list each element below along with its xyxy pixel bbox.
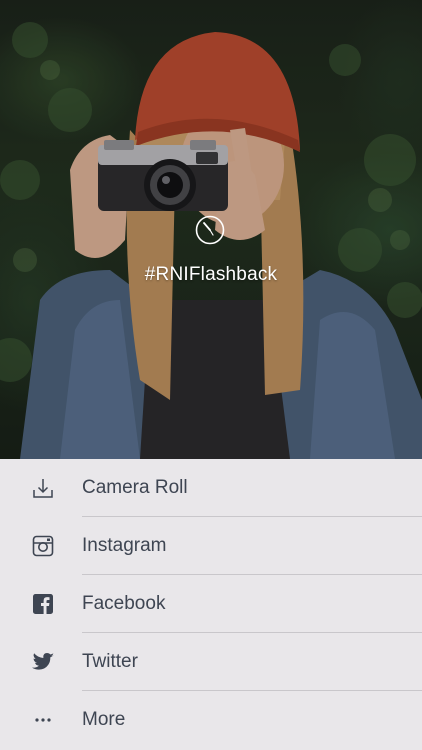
download-icon [31, 476, 55, 500]
share-item-label: Facebook [82, 593, 166, 614]
timer-icon[interactable] [195, 215, 225, 245]
hashtag-caption: #RNIFlashback [144, 264, 278, 285]
share-item-facebook[interactable]: Facebook [0, 575, 422, 633]
share-screen: #RNIFlashback Camera Roll Instagram Face… [0, 0, 422, 750]
facebook-icon [31, 592, 55, 616]
share-item-camera-roll[interactable]: Camera Roll [0, 459, 422, 517]
photo-preview: #RNIFlashback [0, 0, 422, 459]
share-item-more[interactable]: More [0, 691, 422, 749]
share-item-instagram[interactable]: Instagram [0, 517, 422, 575]
more-icon [31, 708, 55, 732]
share-item-twitter[interactable]: Twitter [0, 633, 422, 691]
share-item-label: Twitter [82, 651, 138, 672]
instagram-icon [31, 534, 55, 558]
share-item-label: More [82, 709, 126, 730]
share-item-label: Instagram [82, 535, 167, 556]
share-item-label: Camera Roll [82, 477, 188, 498]
twitter-icon [31, 650, 55, 674]
share-menu: Camera Roll Instagram Facebook Twitter M… [0, 459, 422, 750]
